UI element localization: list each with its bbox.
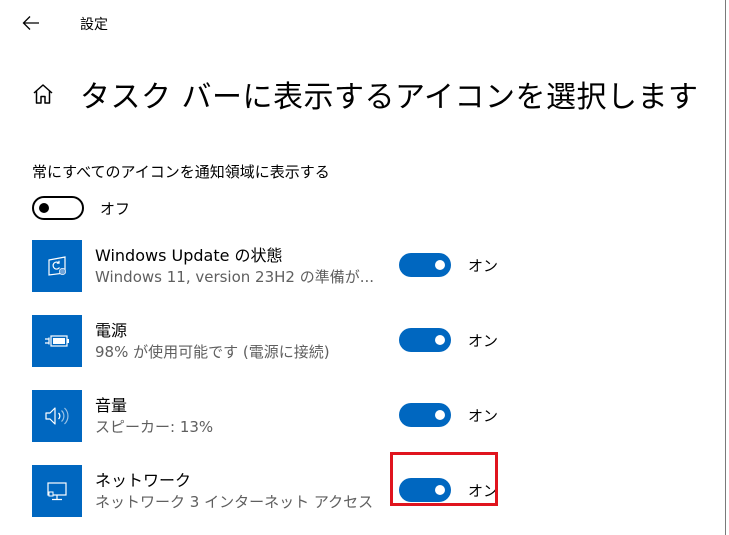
app-name: ネットワーク (95, 471, 192, 490)
toggle-knob (435, 485, 445, 495)
toggle-knob (39, 203, 49, 213)
network-monitor-icon (47, 482, 67, 501)
window-title: 設定 (80, 17, 108, 33)
app-name: 電源 (95, 321, 128, 340)
list-item-power: 電源 98% が使用可能です (電源に接続) オン (32, 315, 632, 367)
page-header: タスク バーに表示するアイコンを選択します (30, 70, 699, 118)
speaker-volume-icon (45, 407, 69, 425)
list-item-network: ネットワーク ネットワーク 3 インターネット アクセス オン (32, 465, 632, 517)
toggle-knob (435, 260, 445, 270)
always-show-toggle-row: オフ (32, 196, 130, 220)
power-state: オン (468, 332, 499, 350)
power-toggle[interactable] (399, 328, 451, 352)
back-arrow-icon (22, 16, 39, 30)
list-item-windows-update: Windows Update の状態 Windows 11, version 2… (32, 240, 632, 292)
always-show-toggle[interactable] (32, 196, 84, 220)
title-bar: 設定 (0, 0, 725, 46)
volume-toggle[interactable] (399, 403, 451, 427)
windows-update-state: オン (468, 257, 499, 275)
app-subtitle: Windows 11, version 23H2 の準備が... (95, 268, 375, 286)
toggle-knob (435, 335, 445, 345)
app-subtitle: ネットワーク 3 インターネット アクセス (95, 493, 374, 511)
app-subtitle: 98% が使用可能です (電源に接続) (95, 343, 330, 361)
network-tile (32, 465, 82, 517)
always-show-label: 常にすべてのアイコンを通知領域に表示する (32, 163, 330, 181)
volume-state: オン (468, 407, 499, 425)
volume-tile (32, 390, 82, 442)
network-toggle[interactable] (399, 478, 451, 502)
always-show-state: オフ (100, 199, 131, 218)
list-item-volume: 音量 スピーカー: 13% オン (32, 390, 632, 442)
back-button[interactable] (18, 10, 44, 36)
app-name: Windows Update の状態 (95, 246, 283, 265)
windows-update-icon (48, 256, 67, 276)
app-subtitle: スピーカー: 13% (95, 418, 214, 436)
network-state: オン (468, 482, 499, 500)
windows-update-toggle[interactable] (399, 253, 451, 277)
app-name: 音量 (95, 396, 128, 415)
windows-update-tile (32, 240, 82, 292)
page-title: タスク バーに表示するアイコンを選択します (80, 80, 699, 115)
toggle-knob (435, 410, 445, 420)
battery-charging-icon (45, 335, 69, 347)
home-icon[interactable] (30, 81, 56, 107)
power-tile (32, 315, 82, 367)
